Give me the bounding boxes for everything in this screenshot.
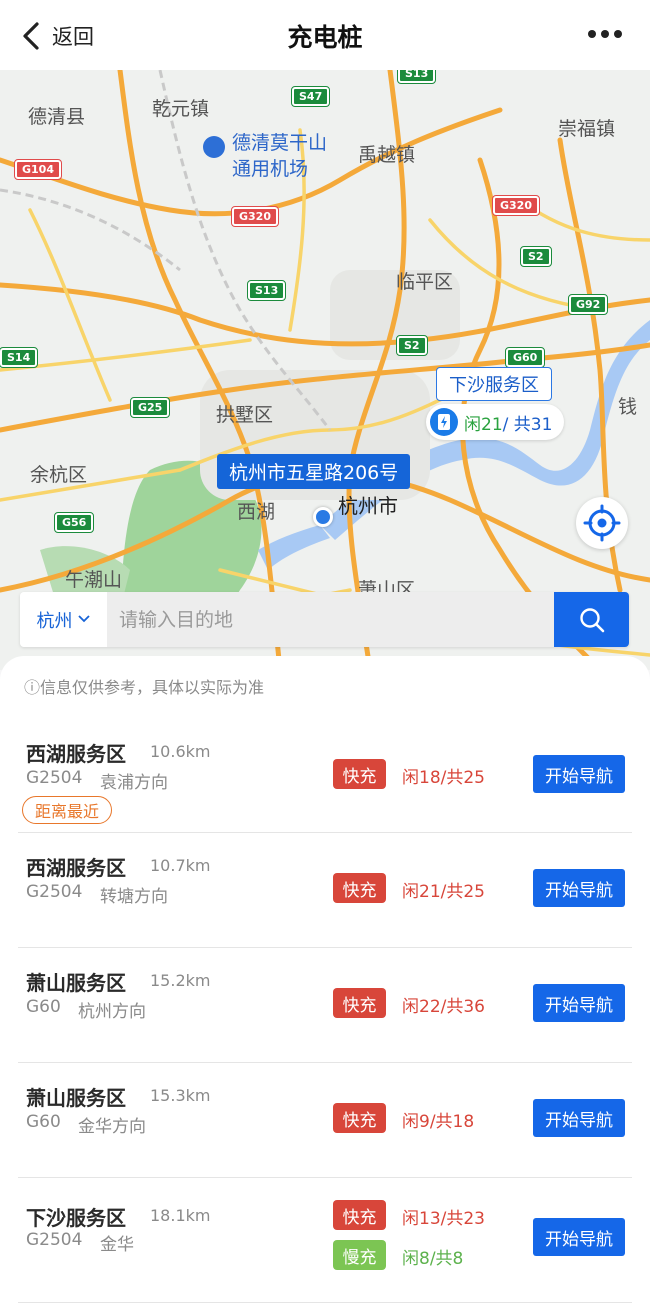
map-place-label: 余杭区	[30, 464, 88, 486]
crosshair-icon	[583, 504, 621, 542]
info-notice: ⓘ信息仅供参考，具体以实际为准	[24, 678, 265, 697]
station-distance: 15.3km	[150, 1086, 211, 1105]
map-place-label: 通用机场	[232, 158, 309, 180]
station-name: 萧山服务区	[26, 1086, 126, 1110]
station-distance: 10.6km	[150, 742, 211, 761]
station-road: G60	[26, 1112, 61, 1132]
chevron-down-icon	[77, 613, 91, 627]
search-button[interactable]	[554, 592, 629, 647]
station-direction: 杭州方向	[78, 1002, 146, 1022]
station-free-count: 闲21	[464, 414, 503, 435]
station-direction: 袁浦方向	[100, 773, 168, 793]
map-place-label: 拱墅区	[216, 404, 274, 426]
map-place-label: 钱	[618, 396, 638, 418]
charger-availability: 闲8/共8	[402, 1249, 464, 1269]
station-name: 下沙服务区	[26, 1206, 126, 1230]
station-row[interactable]: 萧山服务区 15.3km G60 金华方向 快充 闲9/共18 开始导航	[0, 1063, 650, 1178]
station-row[interactable]: 萧山服务区 15.2km G60 杭州方向 快充 闲22/共36 开始导航	[0, 948, 650, 1063]
station-total-count: / 共31	[502, 414, 553, 435]
station-direction: 金华	[100, 1235, 134, 1255]
station-distance: 10.7km	[150, 856, 211, 875]
map-place-label: 禹越镇	[358, 144, 416, 166]
destination-search-bar: 杭州	[20, 592, 629, 647]
road-shield: G92	[567, 294, 609, 315]
current-location-bubble: 杭州市五星路206号	[217, 454, 411, 489]
charger-availability: 闲9/共18	[402, 1112, 475, 1132]
map-place-label: 午潮山	[65, 569, 123, 591]
station-direction: 金华方向	[78, 1117, 146, 1137]
charger-availability: 闲21/共25	[402, 882, 485, 902]
road-shield: S2	[520, 246, 552, 267]
road-shield: G320	[231, 206, 279, 227]
divider	[18, 1302, 632, 1303]
charger-type-tag: 快充	[333, 1103, 386, 1133]
start-navigation-button[interactable]: 开始导航	[533, 1099, 625, 1137]
station-road: G60	[26, 997, 61, 1017]
road-shield: S14	[0, 347, 39, 368]
map-place-label: 临平区	[396, 271, 454, 293]
current-location-dot	[313, 507, 333, 527]
road-shield: G56	[53, 512, 95, 533]
city-selector-label: 杭州	[36, 610, 73, 632]
more-menu-icon[interactable]	[588, 30, 622, 38]
charger-availability: 闲22/共36	[402, 997, 485, 1017]
page-title: 充电桩	[287, 23, 363, 52]
charger-type-tag: 快充	[333, 873, 386, 903]
station-road: G2504	[26, 882, 83, 902]
road-shield: G320	[492, 195, 540, 216]
road-shield: G104	[14, 159, 62, 180]
charging-pin-icon	[430, 408, 458, 436]
start-navigation-button[interactable]: 开始导航	[533, 869, 625, 907]
station-map-label[interactable]: 下沙服务区	[436, 367, 552, 401]
road-shield: G60	[504, 347, 546, 368]
road-shield: S47	[290, 86, 331, 107]
station-list-panel: ⓘ信息仅供参考，具体以实际为准 西湖服务区 10.6km G2504 袁浦方向 …	[0, 656, 650, 1310]
map-view[interactable]: 德清县 乾元镇 德清莫干山 通用机场 禹越镇 崇福镇 临平区 拱墅区 余杭区 西…	[0, 70, 650, 670]
station-road: G2504	[26, 1230, 83, 1250]
station-distance: 18.1km	[150, 1206, 211, 1225]
road-shield: S13	[396, 70, 437, 84]
start-navigation-button[interactable]: 开始导航	[533, 984, 625, 1022]
station-direction: 转塘方向	[100, 887, 168, 907]
search-icon	[579, 607, 604, 632]
nearest-badge: 距离最近	[22, 796, 113, 824]
station-name: 西湖服务区	[26, 856, 126, 880]
station-road: G2504	[26, 768, 83, 788]
station-distance: 15.2km	[150, 971, 211, 990]
city-selector[interactable]: 杭州	[20, 592, 107, 647]
charger-type-tag: 快充	[333, 1200, 386, 1230]
destination-input[interactable]	[107, 592, 554, 647]
road-shield: G25	[129, 397, 171, 418]
station-name: 西湖服务区	[26, 742, 126, 766]
locate-me-button[interactable]	[576, 497, 628, 549]
airport-icon	[203, 136, 225, 158]
start-navigation-button[interactable]: 开始导航	[533, 1218, 625, 1256]
station-map-marker[interactable]: 闲21 / 共31	[426, 404, 565, 440]
charger-availability: 闲13/共23	[402, 1209, 485, 1229]
station-name: 萧山服务区	[26, 971, 126, 995]
map-place-label: 乾元镇	[152, 98, 210, 120]
city-label: 杭州市	[338, 494, 398, 518]
road-shield: S13	[246, 280, 287, 301]
map-place-label: 崇福镇	[558, 118, 616, 140]
map-place-label: 德清莫干山	[232, 132, 328, 154]
charger-type-tag: 慢充	[333, 1240, 386, 1270]
map-place-label: 德清县	[28, 106, 86, 128]
start-navigation-button[interactable]: 开始导航	[533, 755, 625, 793]
station-row[interactable]: 西湖服务区 10.6km G2504 袁浦方向 距离最近 快充 闲18/共25 …	[0, 718, 650, 833]
header: 返回 充电桩	[0, 0, 650, 70]
charger-type-tag: 快充	[333, 759, 386, 789]
charger-availability: 闲18/共25	[402, 768, 485, 788]
station-row[interactable]: 下沙服务区 18.1km G2504 金华 快充 闲13/共23 慢充 闲8/共…	[0, 1178, 650, 1303]
road-shield: S2	[396, 335, 428, 356]
charger-type-tag: 快充	[333, 988, 386, 1018]
map-place-label: 西湖	[237, 501, 276, 523]
station-row[interactable]: 西湖服务区 10.7km G2504 转塘方向 快充 闲21/共25 开始导航	[0, 833, 650, 948]
